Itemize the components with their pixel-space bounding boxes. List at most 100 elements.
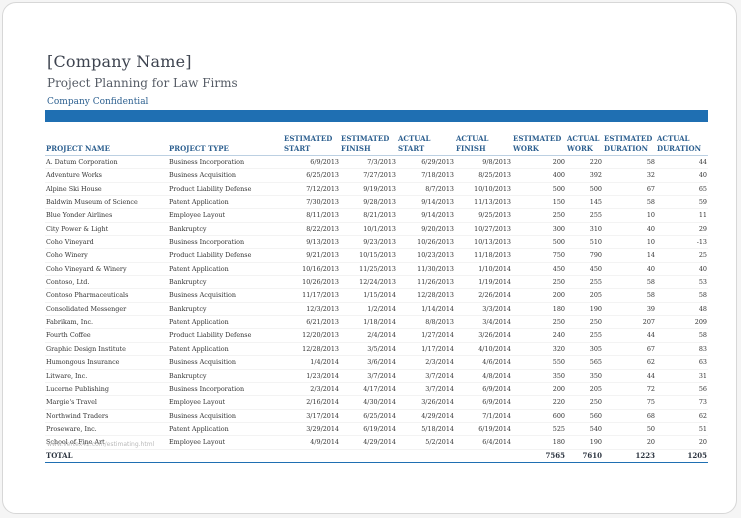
cell-project-type: Bankruptcy [168, 302, 283, 317]
table-row: Litware, Inc. Bankruptcy 1/23/2014 3/7/2014… [45, 369, 708, 383]
cell-estimated-work: 150 [512, 195, 566, 210]
table-row: Lucerne Publishing Business Incorporation… [45, 382, 708, 397]
cell-actual-start: 9/14/2013 [397, 195, 455, 210]
cell-actual-duration: 40 [656, 262, 708, 277]
cell-actual-finish: 10/10/2013 [455, 182, 512, 197]
cell-actual-finish: 6/19/2014 [455, 422, 512, 437]
cell-actual-finish: 6/9/2014 [455, 382, 512, 397]
cell-actual-work: 205 [566, 382, 603, 397]
cell-actual-work: 500 [566, 182, 603, 197]
cell-estimated-start: 7/30/2013 [283, 195, 340, 210]
cell-actual-start: 8/8/2013 [397, 315, 455, 330]
cell-estimated-duration: 39 [603, 302, 656, 317]
cell-estimated-finish: 11/25/2013 [340, 262, 397, 277]
total-estimated-work: 7565 [512, 448, 566, 463]
cell-estimated-duration: 75 [603, 395, 656, 410]
cell-estimated-start: 6/25/2013 [283, 168, 340, 183]
cell-actual-work: 310 [566, 222, 603, 237]
cell-estimated-start: 10/16/2013 [283, 262, 340, 277]
cell-actual-duration: 40 [656, 168, 708, 183]
cell-project-type: Business Acquisition [168, 288, 283, 303]
cell-actual-work: 790 [566, 248, 603, 263]
cell-actual-start: 3/7/2014 [397, 369, 455, 383]
cell-estimated-work: 750 [512, 248, 566, 263]
cell-actual-finish: 6/4/2014 [455, 435, 512, 450]
cell-actual-duration: 83 [656, 342, 708, 357]
cell-actual-finish: 10/13/2013 [455, 235, 512, 250]
cell-estimated-duration: 62 [603, 355, 656, 370]
cell-actual-finish: 9/25/2013 [455, 208, 512, 223]
col-header-estimated-duration: ESTIMATED DURATION [603, 132, 656, 156]
cell-project-name: Coho Winery [45, 248, 168, 263]
table-row: Graphic Design Institute Patent Applicati… [45, 342, 708, 357]
cell-actual-work: 392 [566, 168, 603, 183]
cell-estimated-work: 400 [512, 168, 566, 183]
footer-url: www.vertex42.com/estimating.html [47, 441, 155, 448]
cell-estimated-duration: 44 [603, 369, 656, 383]
cell-estimated-finish: 4/29/2014 [340, 435, 397, 450]
cell-estimated-duration: 10 [603, 235, 656, 250]
cell-estimated-work: 300 [512, 222, 566, 237]
cell-project-type: Bankruptcy [168, 275, 283, 290]
cell-project-name: Coho Vineyard [45, 235, 168, 250]
cell-estimated-finish: 1/18/2014 [340, 315, 397, 330]
cell-project-type: Product Liability Defense [168, 328, 283, 343]
cell-estimated-finish: 9/28/2013 [340, 195, 397, 210]
cell-project-name: Humongous Insurance [45, 355, 168, 370]
cell-project-type: Business Incorporation [168, 155, 283, 170]
cell-estimated-start: 8/11/2013 [283, 208, 340, 223]
cell-estimated-work: 250 [512, 315, 566, 330]
cell-project-name: Consolidated Messenger [45, 302, 168, 317]
table-row: Blue Yonder Airlines Employee Layout 8/11/… [45, 208, 708, 223]
cell-actual-work: 560 [566, 409, 603, 423]
cell-project-type: Product Liability Defense [168, 248, 283, 263]
cell-estimated-finish: 10/15/2013 [340, 248, 397, 263]
cell-estimated-work: 450 [512, 262, 566, 277]
cell-actual-finish: 3/26/2014 [455, 328, 512, 343]
header-accent-bar [45, 110, 708, 122]
cell-actual-finish: 2/26/2014 [455, 288, 512, 303]
cell-actual-work: 510 [566, 235, 603, 250]
table-row: Coho Winery Product Liability Defense 9/21… [45, 248, 708, 263]
total-label: TOTAL [45, 448, 168, 463]
cell-actual-start: 4/29/2014 [397, 409, 455, 423]
cell-actual-work: 450 [566, 262, 603, 277]
confidential-label: Company Confidential [47, 97, 149, 107]
cell-project-name: Litware, Inc. [45, 369, 168, 383]
cell-estimated-finish: 4/30/2014 [340, 395, 397, 410]
cell-project-name: A. Datum Corporation [45, 155, 168, 170]
table-header-row: PROJECT NAME PROJECT TYPE ESTIMATED START… [45, 132, 708, 156]
cell-actual-duration: 56 [656, 382, 708, 397]
cell-estimated-work: 350 [512, 369, 566, 383]
cell-actual-finish: 8/25/2013 [455, 168, 512, 183]
cell-actual-duration: 209 [656, 315, 708, 330]
cell-estimated-work: 250 [512, 275, 566, 290]
cell-estimated-duration: 58 [603, 195, 656, 210]
cell-estimated-finish: 7/27/2013 [340, 168, 397, 183]
cell-actual-duration: 29 [656, 222, 708, 237]
cell-actual-finish: 1/10/2014 [455, 262, 512, 277]
table-row: Baldwin Museum of Science Patent Applicat… [45, 195, 708, 210]
cell-actual-finish: 3/3/2014 [455, 302, 512, 317]
cell-actual-work: 205 [566, 288, 603, 303]
cell-actual-duration: 63 [656, 355, 708, 370]
cell-project-type: Patent Application [168, 195, 283, 210]
cell-actual-duration: 51 [656, 422, 708, 437]
cell-project-name: Margie's Travel [45, 395, 168, 410]
cell-project-name: Alpine Ski House [45, 182, 168, 197]
cell-estimated-work: 250 [512, 208, 566, 223]
cell-actual-start: 11/30/2013 [397, 262, 455, 277]
cell-estimated-finish: 4/17/2014 [340, 382, 397, 397]
cell-actual-work: 190 [566, 435, 603, 450]
table-row: Coho Vineyard Business Incorporation 9/13/… [45, 235, 708, 250]
cell-estimated-start: 12/28/2013 [283, 342, 340, 357]
cell-actual-duration: 20 [656, 435, 708, 450]
cell-estimated-duration: 58 [603, 288, 656, 303]
cell-estimated-start: 3/29/2014 [283, 422, 340, 437]
cell-estimated-finish: 6/19/2014 [340, 422, 397, 437]
cell-estimated-finish: 1/2/2014 [340, 302, 397, 317]
cell-actual-duration: 53 [656, 275, 708, 290]
project-table: PROJECT NAME PROJECT TYPE ESTIMATED START… [45, 132, 708, 463]
cell-estimated-start: 6/9/2013 [283, 155, 340, 170]
cell-actual-start: 9/14/2013 [397, 208, 455, 223]
